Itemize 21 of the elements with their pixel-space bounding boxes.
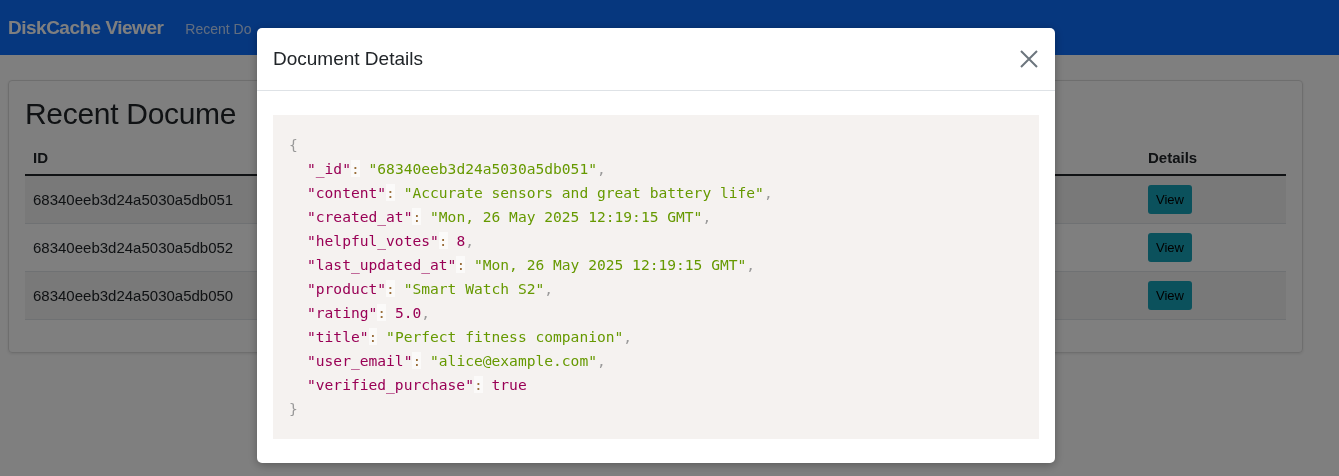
close-icon xyxy=(1019,49,1039,69)
modal-title: Document Details xyxy=(273,48,423,70)
code-line: } xyxy=(289,400,298,417)
code-line: "user_email": "alice@example.com", xyxy=(307,352,606,369)
view-button[interactable]: View xyxy=(1148,281,1192,310)
code-line: "helpful_votes": 8, xyxy=(307,232,474,249)
code-line: "verified_purchase": true xyxy=(307,376,527,393)
page-heading: Recent Docume xyxy=(25,97,238,131)
nav-link[interactable]: Recent Do xyxy=(185,20,252,37)
code-line: "content": "Accurate sensors and great battery life", xyxy=(307,184,773,201)
code-line: "created_at": "Mon, 26 May 2025 12:19:15 GMT", xyxy=(307,208,712,225)
code-line: "title": "Perfect fitness companion", xyxy=(307,328,633,345)
column-header: Details xyxy=(1140,141,1286,175)
code-line: "_id": "68340eeb3d24a5030a5db051", xyxy=(307,160,606,177)
view-button[interactable]: View xyxy=(1148,233,1192,262)
code-line: "product": "Smart Watch S2", xyxy=(307,280,554,297)
view-button[interactable]: View xyxy=(1148,185,1192,214)
code-line: "rating": 5.0, xyxy=(307,304,431,321)
close-button[interactable] xyxy=(1019,49,1039,69)
brand-title[interactable]: DiskCache Viewer xyxy=(8,16,164,39)
code-line: "last_updated_at": "Mon, 26 May 2025 12:19:15 GMT", xyxy=(307,256,756,273)
